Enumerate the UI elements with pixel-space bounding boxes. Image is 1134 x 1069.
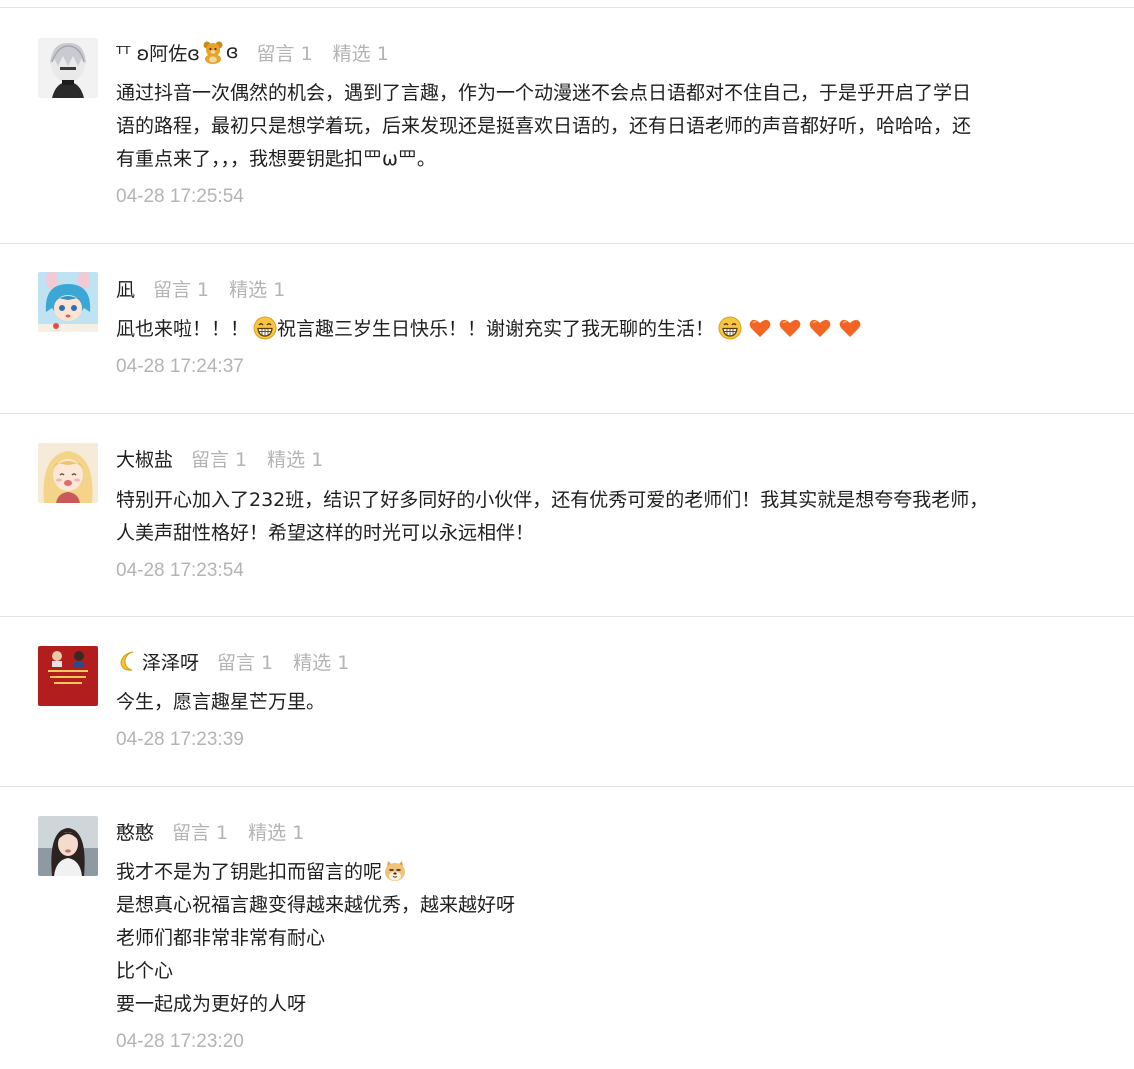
blonde-anime-girl-avatar[interactable] xyxy=(38,443,98,503)
featured-count: 精选 1 xyxy=(248,821,305,844)
featured-count: 精选 1 xyxy=(229,278,286,301)
comment-line: 比个心 xyxy=(116,960,174,982)
comment-item: 泽泽呀 留言 1 精选 1 今生，愿言趣星芒万里。 04-28 17:23:39 xyxy=(0,646,1134,787)
comment-meta: ᵀᵀ ʚ阿佐ɞ ɞ 留言 1 精选 1 xyxy=(116,38,409,66)
comment-line: 今生，愿言趣星芒万里。 xyxy=(116,691,326,713)
comment-item: 凪 留言 1 精选 1 凪也来啦！！！ 祝言趣三岁生日快乐！！谢谢充实了我无聊的生… xyxy=(0,272,1134,414)
comment-line: 有重点来了，，，我想要钥匙扣罒ω罒。 xyxy=(116,148,436,170)
comment-item: ᵀᵀ ʚ阿佐ɞ ɞ 留言 1 精选 1 通过抖音一次偶然的机会，遇到了言趣，作为一… xyxy=(0,38,1134,244)
top-divider xyxy=(0,7,1134,8)
comment-timestamp: 04-28 17:24:37 xyxy=(116,356,244,377)
comment-text: 今生，愿言趣星芒万里。 xyxy=(116,686,1076,719)
comment-text: 通过抖音一次偶然的机会，遇到了言趣，作为一个动漫迷不会点日语都对不住自己，于是乎… xyxy=(116,77,1076,176)
comment-text: 特别开心加入了232班，结识了好多同好的小伙伴，还有优秀可爱的老师们！我其实就是… xyxy=(116,484,1076,550)
comment-line: 通过抖音一次偶然的机会，遇到了言趣，作为一个动漫迷不会点日语都对不住自己，于是乎… xyxy=(116,82,972,104)
reply-count: 留言 1 xyxy=(191,448,248,471)
comment-line: 要一起成为更好的人呀 xyxy=(116,993,307,1015)
blue-hair-anime-girl-avatar[interactable] xyxy=(38,272,98,332)
comment-timestamp: 04-28 17:23:54 xyxy=(116,560,244,581)
comment-divider xyxy=(0,413,1134,414)
comment-divider xyxy=(0,786,1134,787)
red-card-avatar[interactable] xyxy=(38,646,98,706)
comment-divider xyxy=(0,616,1134,617)
comment-text: 凪也来啦！！！ 祝言趣三岁生日快乐！！谢谢充实了我无聊的生活！ xyxy=(116,313,1076,346)
username[interactable]: 泽泽呀 xyxy=(116,648,199,675)
comment-item: 憨憨 留言 1 精选 1 我才不是为了钥匙扣而留言的呢 是想真心祝福言趣变得越来… xyxy=(0,816,1134,1069)
reply-count: 留言 1 xyxy=(153,278,210,301)
username[interactable]: 憨憨 xyxy=(116,818,154,845)
reply-count: 留言 1 xyxy=(217,651,274,674)
comment-text: 我才不是为了钥匙扣而留言的呢 是想真心祝福言趣变得越来越优秀，越来越好呀 老师们… xyxy=(116,856,1076,1021)
comment-meta: 大椒盐 留言 1 精选 1 xyxy=(116,444,343,472)
comment-line: 人美声甜性格好！希望这样的时光可以永远相伴！ xyxy=(116,522,535,544)
grin-emoji-icon xyxy=(253,316,277,340)
comment-divider xyxy=(0,243,1134,244)
username[interactable]: ᵀᵀ ʚ阿佐ɞ ɞ xyxy=(116,39,239,66)
comment-timestamp: 04-28 17:23:20 xyxy=(116,1031,244,1052)
comment-meta: 泽泽呀 留言 1 精选 1 xyxy=(116,647,369,675)
comment-line: 我才不是为了钥匙扣而留言的呢 xyxy=(116,856,1076,889)
comment-line: 是想真心祝福言趣变得越来越优秀，越来越好呀 xyxy=(116,894,516,916)
heart-emoji-icon xyxy=(808,316,832,340)
photo-girl-avatar[interactable] xyxy=(38,816,98,876)
heart-emoji-icon xyxy=(748,316,772,340)
bear-emoji-icon xyxy=(201,40,225,64)
silver-hair-boy-avatar[interactable] xyxy=(38,38,98,98)
crescent-moon-icon xyxy=(116,649,140,673)
username[interactable]: 凪 xyxy=(116,275,135,302)
comment-timestamp: 04-28 17:25:54 xyxy=(116,186,244,207)
comment-timestamp: 04-28 17:23:39 xyxy=(116,729,244,750)
featured-count: 精选 1 xyxy=(267,448,324,471)
doge-emoji-icon xyxy=(383,859,407,883)
comment-line: 语的路程，最初只是想学着玩，后来发现还是挺喜欢日语的，还有日语老师的声音都好听，… xyxy=(116,115,972,137)
comment-meta: 憨憨 留言 1 精选 1 xyxy=(116,817,324,845)
comment-item: 大椒盐 留言 1 精选 1 特别开心加入了232班，结识了好多同好的小伙伴，还有… xyxy=(0,443,1134,617)
username[interactable]: 大椒盐 xyxy=(116,445,173,472)
reply-count: 留言 1 xyxy=(172,821,229,844)
comment-line: 特别开心加入了232班，结识了好多同好的小伙伴，还有优秀可爱的老师们！我其实就是… xyxy=(116,489,989,511)
comment-line: 凪也来啦！！！ 祝言趣三岁生日快乐！！谢谢充实了我无聊的生活！ xyxy=(116,313,1076,346)
featured-count: 精选 1 xyxy=(332,42,389,65)
featured-count: 精选 1 xyxy=(293,651,350,674)
reply-count: 留言 1 xyxy=(256,42,313,65)
comment-meta: 凪 留言 1 精选 1 xyxy=(116,274,305,302)
heart-emoji-icon xyxy=(838,316,862,340)
heart-emoji-icon xyxy=(778,316,802,340)
comment-line: 老师们都非常非常有耐心 xyxy=(116,927,326,949)
grin-emoji-icon xyxy=(718,316,742,340)
